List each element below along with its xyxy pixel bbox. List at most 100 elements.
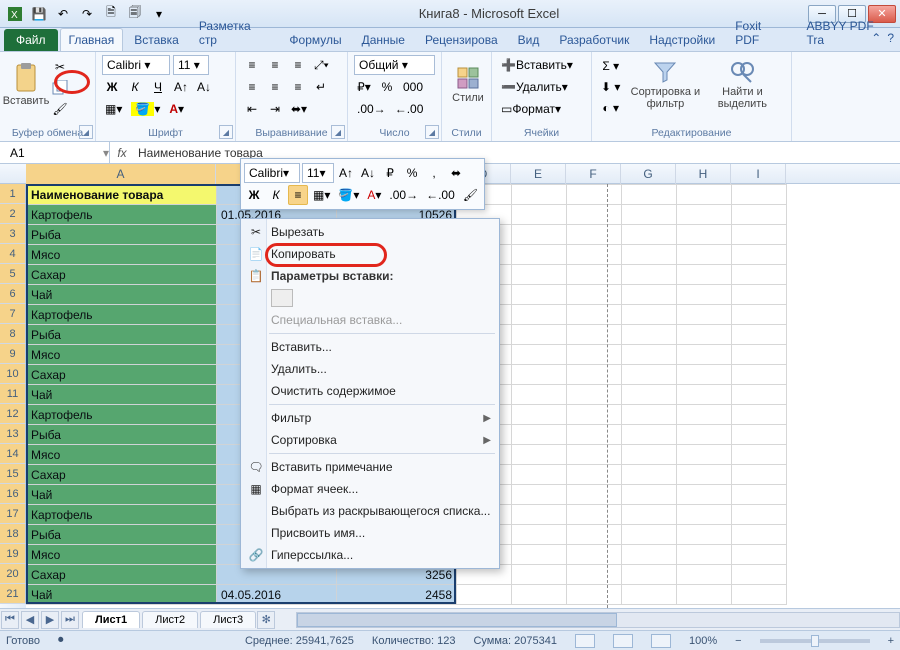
cell-A16[interactable]: Чай — [27, 485, 217, 505]
row-header-5[interactable]: 5 — [0, 264, 26, 284]
cell-I4[interactable] — [732, 245, 787, 265]
sheet-tab-3[interactable]: Лист3 — [200, 611, 256, 628]
row-header-3[interactable]: 3 — [0, 224, 26, 244]
wrap-text-icon[interactable]: ↵ — [311, 77, 331, 97]
tab-review[interactable]: Рецензирова — [416, 28, 507, 51]
percent-icon[interactable]: % — [377, 77, 397, 97]
mini-italic-icon[interactable]: К — [266, 185, 286, 205]
cell-A21[interactable]: Чай — [27, 585, 217, 605]
align-right-icon[interactable]: ≡ — [288, 77, 308, 97]
cell-D21[interactable] — [457, 585, 512, 605]
tab-home[interactable]: Главная — [60, 28, 124, 51]
tab-foxit[interactable]: Foxit PDF — [726, 14, 795, 51]
col-header-F[interactable]: F — [566, 164, 621, 184]
align-middle-icon[interactable]: ≡ — [265, 55, 285, 75]
cell-F1[interactable] — [567, 185, 622, 205]
col-header-E[interactable]: E — [511, 164, 566, 184]
sheet-tab-2[interactable]: Лист2 — [142, 611, 198, 628]
fill-icon[interactable]: ⬇ ▾ — [598, 77, 623, 96]
cell-G4[interactable] — [622, 245, 677, 265]
cell-A14[interactable]: Мясо — [27, 445, 217, 465]
cell-A10[interactable]: Сахар — [27, 365, 217, 385]
cell-F17[interactable] — [567, 505, 622, 525]
decrease-decimal-icon[interactable]: ←.00 — [392, 99, 427, 119]
ctx-sort[interactable]: Сортировка▶ — [241, 429, 499, 451]
ctx-copy[interactable]: 📄Копировать — [241, 243, 499, 265]
align-top-icon[interactable]: ≡ — [242, 55, 262, 75]
cell-G9[interactable] — [622, 345, 677, 365]
save-icon[interactable]: 💾 — [28, 4, 50, 24]
delete-cells-button[interactable]: ➖ Удалить ▾ — [498, 77, 571, 97]
mini-shrink-font-icon[interactable]: A↓ — [358, 163, 378, 183]
mini-merge-icon[interactable]: ⬌ — [446, 163, 466, 183]
cell-A11[interactable]: Чай — [27, 385, 217, 405]
alignment-launcher-icon[interactable]: ◢ — [331, 125, 345, 139]
cell-H19[interactable] — [677, 545, 732, 565]
cell-E5[interactable] — [512, 265, 567, 285]
cell-G10[interactable] — [622, 365, 677, 385]
cell-E21[interactable] — [512, 585, 567, 605]
col-header-G[interactable]: G — [621, 164, 676, 184]
qat-more-icon[interactable]: ▾ — [148, 4, 170, 24]
cell-H11[interactable] — [677, 385, 732, 405]
merge-icon[interactable]: ⬌▾ — [288, 99, 310, 119]
row-header-7[interactable]: 7 — [0, 304, 26, 324]
redo-icon[interactable]: ↷ — [76, 4, 98, 24]
row-header-21[interactable]: 21 — [0, 584, 26, 604]
cell-H7[interactable] — [677, 305, 732, 325]
cell-E18[interactable] — [512, 525, 567, 545]
cell-F20[interactable] — [567, 565, 622, 585]
cell-G3[interactable] — [622, 225, 677, 245]
border-icon[interactable]: ▦▾ — [102, 99, 125, 119]
cell-E10[interactable] — [512, 365, 567, 385]
mini-bold-icon[interactable]: Ж — [244, 185, 264, 205]
cell-G20[interactable] — [622, 565, 677, 585]
cell-A20[interactable]: Сахар — [27, 565, 217, 585]
cell-G5[interactable] — [622, 265, 677, 285]
cell-H2[interactable] — [677, 205, 732, 225]
styles-button[interactable]: Стили — [448, 54, 488, 116]
cell-F7[interactable] — [567, 305, 622, 325]
mini-percent-icon[interactable]: % — [402, 163, 422, 183]
cell-A13[interactable]: Рыба — [27, 425, 217, 445]
zoom-slider[interactable] — [760, 639, 870, 643]
ribbon-minimize-icon[interactable]: ⌃ — [871, 31, 881, 45]
currency-icon[interactable]: ₽▾ — [354, 77, 374, 97]
row-header-13[interactable]: 13 — [0, 424, 26, 444]
sheet-nav-prev-icon[interactable]: ◀ — [21, 611, 39, 629]
row-header-17[interactable]: 17 — [0, 504, 26, 524]
col-header-A[interactable]: A — [26, 164, 216, 184]
cell-E6[interactable] — [512, 285, 567, 305]
cell-H10[interactable] — [677, 365, 732, 385]
cell-G13[interactable] — [622, 425, 677, 445]
cell-E15[interactable] — [512, 465, 567, 485]
cell-I13[interactable] — [732, 425, 787, 445]
cell-I1[interactable] — [732, 185, 787, 205]
cell-H9[interactable] — [677, 345, 732, 365]
select-all-corner[interactable] — [0, 164, 26, 183]
cell-H12[interactable] — [677, 405, 732, 425]
ctx-format-cells[interactable]: ▦Формат ячеек... — [241, 478, 499, 500]
cell-G6[interactable] — [622, 285, 677, 305]
cell-H6[interactable] — [677, 285, 732, 305]
mini-fontcolor-icon[interactable]: A▾ — [364, 185, 384, 205]
increase-decimal-icon[interactable]: .00→ — [354, 99, 389, 119]
cell-G14[interactable] — [622, 445, 677, 465]
row-header-9[interactable]: 9 — [0, 344, 26, 364]
row-header-16[interactable]: 16 — [0, 484, 26, 504]
horizontal-scrollbar[interactable] — [296, 612, 900, 628]
clear-icon[interactable]: ◐ ▾ — [598, 99, 623, 118]
row-header-8[interactable]: 8 — [0, 324, 26, 344]
row-header-4[interactable]: 4 — [0, 244, 26, 264]
decrease-indent-icon[interactable]: ⇤ — [242, 99, 262, 119]
mini-grow-font-icon[interactable]: A↑ — [336, 163, 356, 183]
ctx-pick-from-list[interactable]: Выбрать из раскрывающегося списка... — [241, 500, 499, 522]
cell-H8[interactable] — [677, 325, 732, 345]
cell-I10[interactable] — [732, 365, 787, 385]
ctx-hyperlink[interactable]: 🔗Гиперссылка... — [241, 544, 499, 566]
mini-formatpainter-icon[interactable]: 🖌 — [460, 185, 481, 205]
cell-B21[interactable]: 04.05.2016 — [217, 585, 337, 605]
cell-G8[interactable] — [622, 325, 677, 345]
mini-incdec-icon[interactable]: .00→ — [386, 185, 421, 205]
cell-F11[interactable] — [567, 385, 622, 405]
